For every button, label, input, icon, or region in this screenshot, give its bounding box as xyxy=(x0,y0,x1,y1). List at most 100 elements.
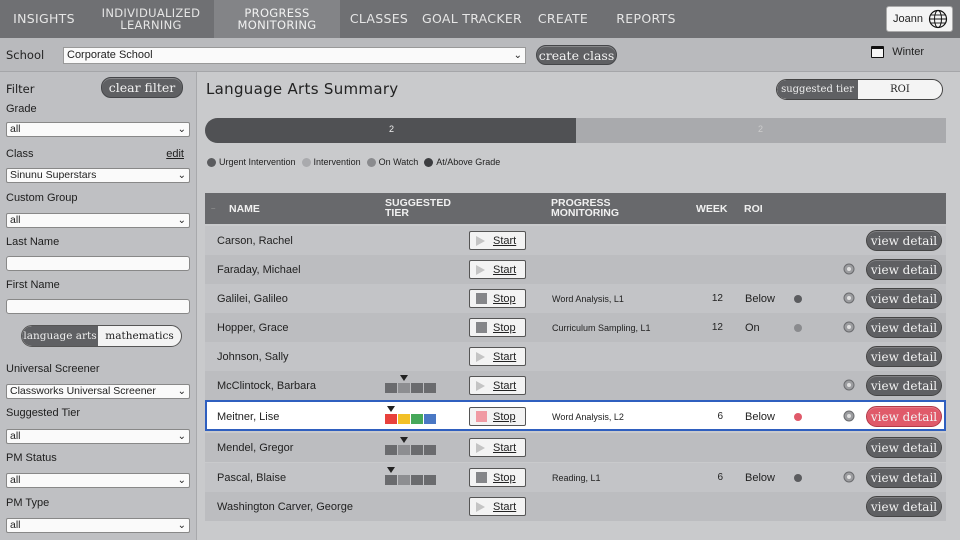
nav-reports[interactable]: REPORTS xyxy=(600,0,692,38)
stop-icon xyxy=(476,472,487,483)
stop-button[interactable]: Stop xyxy=(469,289,526,308)
tier-count-left: 2 xyxy=(389,124,395,134)
class-select[interactable]: Sinunu Superstars ⌄ xyxy=(6,168,190,183)
student-name: Galilei, Galileo xyxy=(217,292,288,305)
settings-icon[interactable] xyxy=(843,471,855,483)
tier-indicator xyxy=(385,475,436,485)
table-row[interactable]: Pascal, Blaise Stop Reading, L1 6 Below view … xyxy=(205,463,946,492)
action-label: Stop xyxy=(493,321,516,334)
start-button[interactable]: Start xyxy=(469,231,526,250)
action-label: Start xyxy=(493,500,517,513)
subject-toggle: language arts mathematics xyxy=(21,325,182,347)
settings-icon[interactable] xyxy=(843,263,855,275)
settings-icon[interactable] xyxy=(843,410,855,422)
table-row[interactable]: Galilei, Galileo Stop Word Analysis, L1 12 B… xyxy=(205,284,946,313)
toggle-suggested-tier[interactable]: suggested tier xyxy=(777,80,859,99)
grade-select[interactable]: all ⌄ xyxy=(6,122,190,137)
nav-progress-monitoring[interactable]: PROGRESS MONITORING xyxy=(214,0,340,38)
view-detail-button[interactable]: view detail xyxy=(866,467,942,488)
tab-mathematics[interactable]: mathematics xyxy=(98,326,181,346)
chevron-down-icon: ⌄ xyxy=(513,50,522,61)
tier-count-right: 2 xyxy=(758,124,764,134)
student-name: McClintock, Barbara xyxy=(217,379,317,392)
stop-button[interactable]: Stop xyxy=(469,468,526,487)
legend-swatch xyxy=(424,157,434,167)
stop-button[interactable]: Stop xyxy=(469,318,526,337)
chevron-down-icon: ⌄ xyxy=(177,431,186,442)
view-detail-button[interactable]: view detail xyxy=(866,496,942,517)
view-detail-button[interactable]: view detail xyxy=(866,317,942,338)
view-detail-button[interactable]: view detail xyxy=(866,259,942,280)
view-detail-button[interactable]: view detail xyxy=(866,230,942,251)
nav-classes[interactable]: CLASSES xyxy=(340,0,418,38)
start-button[interactable]: Start xyxy=(469,438,526,457)
nav-individualized-learning[interactable]: INDIVIDUALIZED LEARNING xyxy=(88,0,214,38)
table-row[interactable]: Johnson, Sally Start view detail xyxy=(205,342,946,371)
table-row[interactable]: McClintock, Barbara Start view detail xyxy=(205,371,946,400)
play-icon xyxy=(476,443,485,453)
edit-class-link[interactable]: edit xyxy=(166,148,184,160)
roi-status-dot xyxy=(794,295,802,303)
school-bar: School Corporate School ⌄ create class W… xyxy=(0,38,960,72)
table-row[interactable]: Washington Carver, George Start view detai… xyxy=(205,492,946,521)
last-name-input[interactable] xyxy=(6,256,190,271)
top-nav: INSIGHTS INDIVIDUALIZED LEARNING PROGRESS… xyxy=(0,0,960,38)
view-detail-button[interactable]: view detail xyxy=(866,288,942,309)
first-name-input[interactable] xyxy=(6,299,190,314)
table-row[interactable]: Hopper, Grace Stop Curriculum Sampling, L1… xyxy=(205,313,946,342)
stop-button[interactable]: Stop xyxy=(469,407,526,426)
table-row[interactable]: Faraday, Michael Start view detail xyxy=(205,255,946,284)
toggle-roi[interactable]: ROI xyxy=(858,80,942,99)
grade-label: Grade xyxy=(6,103,37,115)
roi-value: Below xyxy=(745,410,775,423)
user-menu[interactable]: Joann xyxy=(886,6,953,32)
start-button[interactable]: Start xyxy=(469,260,526,279)
table-row[interactable]: Meitner, Lise Stop Word Analysis, L2 6 Below… xyxy=(205,400,946,431)
start-button[interactable]: Start xyxy=(469,376,526,395)
pm-status-label: PM Status xyxy=(6,452,57,464)
roi-value: Below xyxy=(745,471,775,484)
header-roi[interactable]: ROI xyxy=(744,204,763,215)
create-class-button[interactable]: create class xyxy=(536,45,617,65)
settings-icon[interactable] xyxy=(843,292,855,304)
view-detail-button[interactable]: view detail xyxy=(866,346,942,367)
season-selector[interactable]: Winter xyxy=(871,46,924,58)
play-icon xyxy=(476,236,485,246)
school-select-value: Corporate School xyxy=(67,49,153,61)
start-button[interactable]: Start xyxy=(469,347,526,366)
stop-icon xyxy=(476,322,487,333)
settings-icon[interactable] xyxy=(843,321,855,333)
table-row[interactable]: Carson, Rachel Start view detail xyxy=(205,226,946,255)
header-tier[interactable]: SUGGESTED TIER xyxy=(385,198,451,219)
pm-status-select[interactable]: all ⌄ xyxy=(6,473,190,488)
filter-sidebar: Filter clear filter Grade all ⌄ Class edi… xyxy=(0,72,197,540)
header-progress-monitoring[interactable]: PROGRESS MONITORING xyxy=(551,198,619,219)
nav-goal-tracker[interactable]: GOAL TRACKER xyxy=(418,0,526,38)
clear-filter-button[interactable]: clear filter xyxy=(101,77,183,98)
view-detail-button[interactable]: view detail xyxy=(866,437,942,458)
settings-icon[interactable] xyxy=(843,379,855,391)
start-button[interactable]: Start xyxy=(469,497,526,516)
header-name[interactable]: NAME xyxy=(229,204,260,215)
nav-insights[interactable]: INSIGHTS xyxy=(0,0,88,38)
custom-group-select[interactable]: all ⌄ xyxy=(6,213,190,228)
header-week[interactable]: WEEK xyxy=(696,204,728,215)
legend-label: Urgent Intervention xyxy=(219,157,296,167)
view-detail-button[interactable]: view detail xyxy=(866,375,942,396)
filter-title: Filter xyxy=(6,82,35,96)
legend-label: On Watch xyxy=(378,157,419,167)
action-label: Stop xyxy=(493,292,516,305)
pm-assessment: Word Analysis, L2 xyxy=(552,411,624,422)
suggested-tier-select[interactable]: all ⌄ xyxy=(6,429,190,444)
custom-group-label: Custom Group xyxy=(6,192,78,204)
screener-select[interactable]: Classworks Universal Screener ⌄ xyxy=(6,384,190,399)
legend-swatch xyxy=(301,157,311,167)
week-value xyxy=(699,226,723,255)
nav-create[interactable]: CREATE xyxy=(526,0,600,38)
pm-type-select[interactable]: all ⌄ xyxy=(6,518,190,533)
tab-language-arts[interactable]: language arts xyxy=(22,326,99,346)
pm-assessment: Curriculum Sampling, L1 xyxy=(552,322,651,333)
school-select[interactable]: Corporate School ⌄ xyxy=(63,47,526,64)
table-row[interactable]: Mendel, Gregor Start view detail xyxy=(205,433,946,462)
view-detail-button[interactable]: view detail xyxy=(866,406,942,427)
